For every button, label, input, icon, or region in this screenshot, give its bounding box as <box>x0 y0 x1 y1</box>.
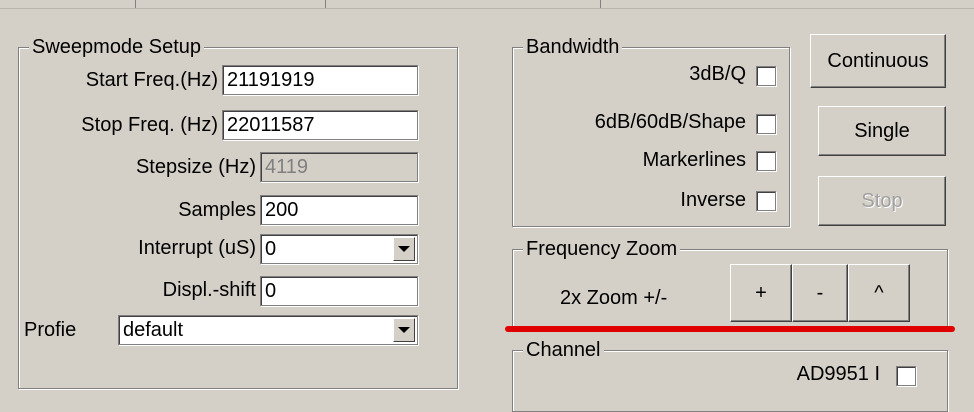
chevron-down-icon[interactable] <box>393 237 415 261</box>
interrupt-select[interactable]: 0 <box>260 234 418 264</box>
start-freq-label: Start Freq.(Hz) <box>85 69 218 91</box>
red-annotation-line <box>505 326 955 332</box>
stop-freq-input[interactable]: 22011587 <box>222 110 418 140</box>
bandwidth-option-label: Markerlines <box>642 149 746 171</box>
channel-option-label: AD9951 I <box>796 363 880 385</box>
zoom-in-button[interactable]: + <box>730 264 792 322</box>
channel-title: Channel <box>523 338 604 362</box>
chevron-down-icon[interactable] <box>393 318 415 342</box>
tab-edge-tick <box>600 0 601 8</box>
frequency-zoom-title: Frequency Zoom <box>523 237 681 261</box>
start-freq-input[interactable]: 21191919 <box>222 65 418 95</box>
stop-freq-label: Stop Freq. (Hz) <box>81 114 218 136</box>
bandwidth-3db-checkbox[interactable] <box>756 66 776 86</box>
bandwidth-6db-checkbox[interactable] <box>756 114 776 134</box>
sweepmode-setup-title: Sweepmode Setup <box>29 35 205 59</box>
continuous-button[interactable]: Continuous <box>810 34 946 88</box>
profile-select[interactable]: default <box>118 315 418 345</box>
profile-label: Profie <box>24 319 77 341</box>
samples-label: Samples <box>178 199 256 221</box>
top-tab-edge <box>0 0 974 9</box>
bandwidth-option-label: Inverse <box>680 189 746 211</box>
displ-shift-label: Displ.-shift <box>162 279 256 301</box>
channel-checkbox[interactable] <box>896 366 916 386</box>
bandwidth-option-label: 3dB/Q <box>689 63 746 85</box>
samples-input[interactable]: 200 <box>260 195 418 225</box>
profile-value: default <box>123 319 184 341</box>
displ-shift-input[interactable]: 0 <box>260 276 418 306</box>
zoom-out-button[interactable]: - <box>792 264 848 322</box>
inverse-checkbox[interactable] <box>756 191 776 211</box>
zoom-center-button[interactable]: ^ <box>848 264 910 322</box>
tab-edge-tick <box>135 0 136 8</box>
single-button[interactable]: Single <box>818 106 946 156</box>
stop-button: Stop <box>818 176 946 226</box>
stepsize-input: 4119 <box>260 152 418 182</box>
zoom-label: 2x Zoom +/- <box>560 287 668 309</box>
tab-edge-tick <box>325 0 326 8</box>
interrupt-label: Interrupt (uS) <box>138 237 256 259</box>
interrupt-value: 0 <box>265 238 277 260</box>
bandwidth-option-label: 6dB/60dB/Shape <box>594 111 746 133</box>
markerlines-checkbox[interactable] <box>756 151 776 171</box>
bandwidth-title: Bandwidth <box>523 35 623 59</box>
stepsize-label: Stepsize (Hz) <box>135 156 256 178</box>
